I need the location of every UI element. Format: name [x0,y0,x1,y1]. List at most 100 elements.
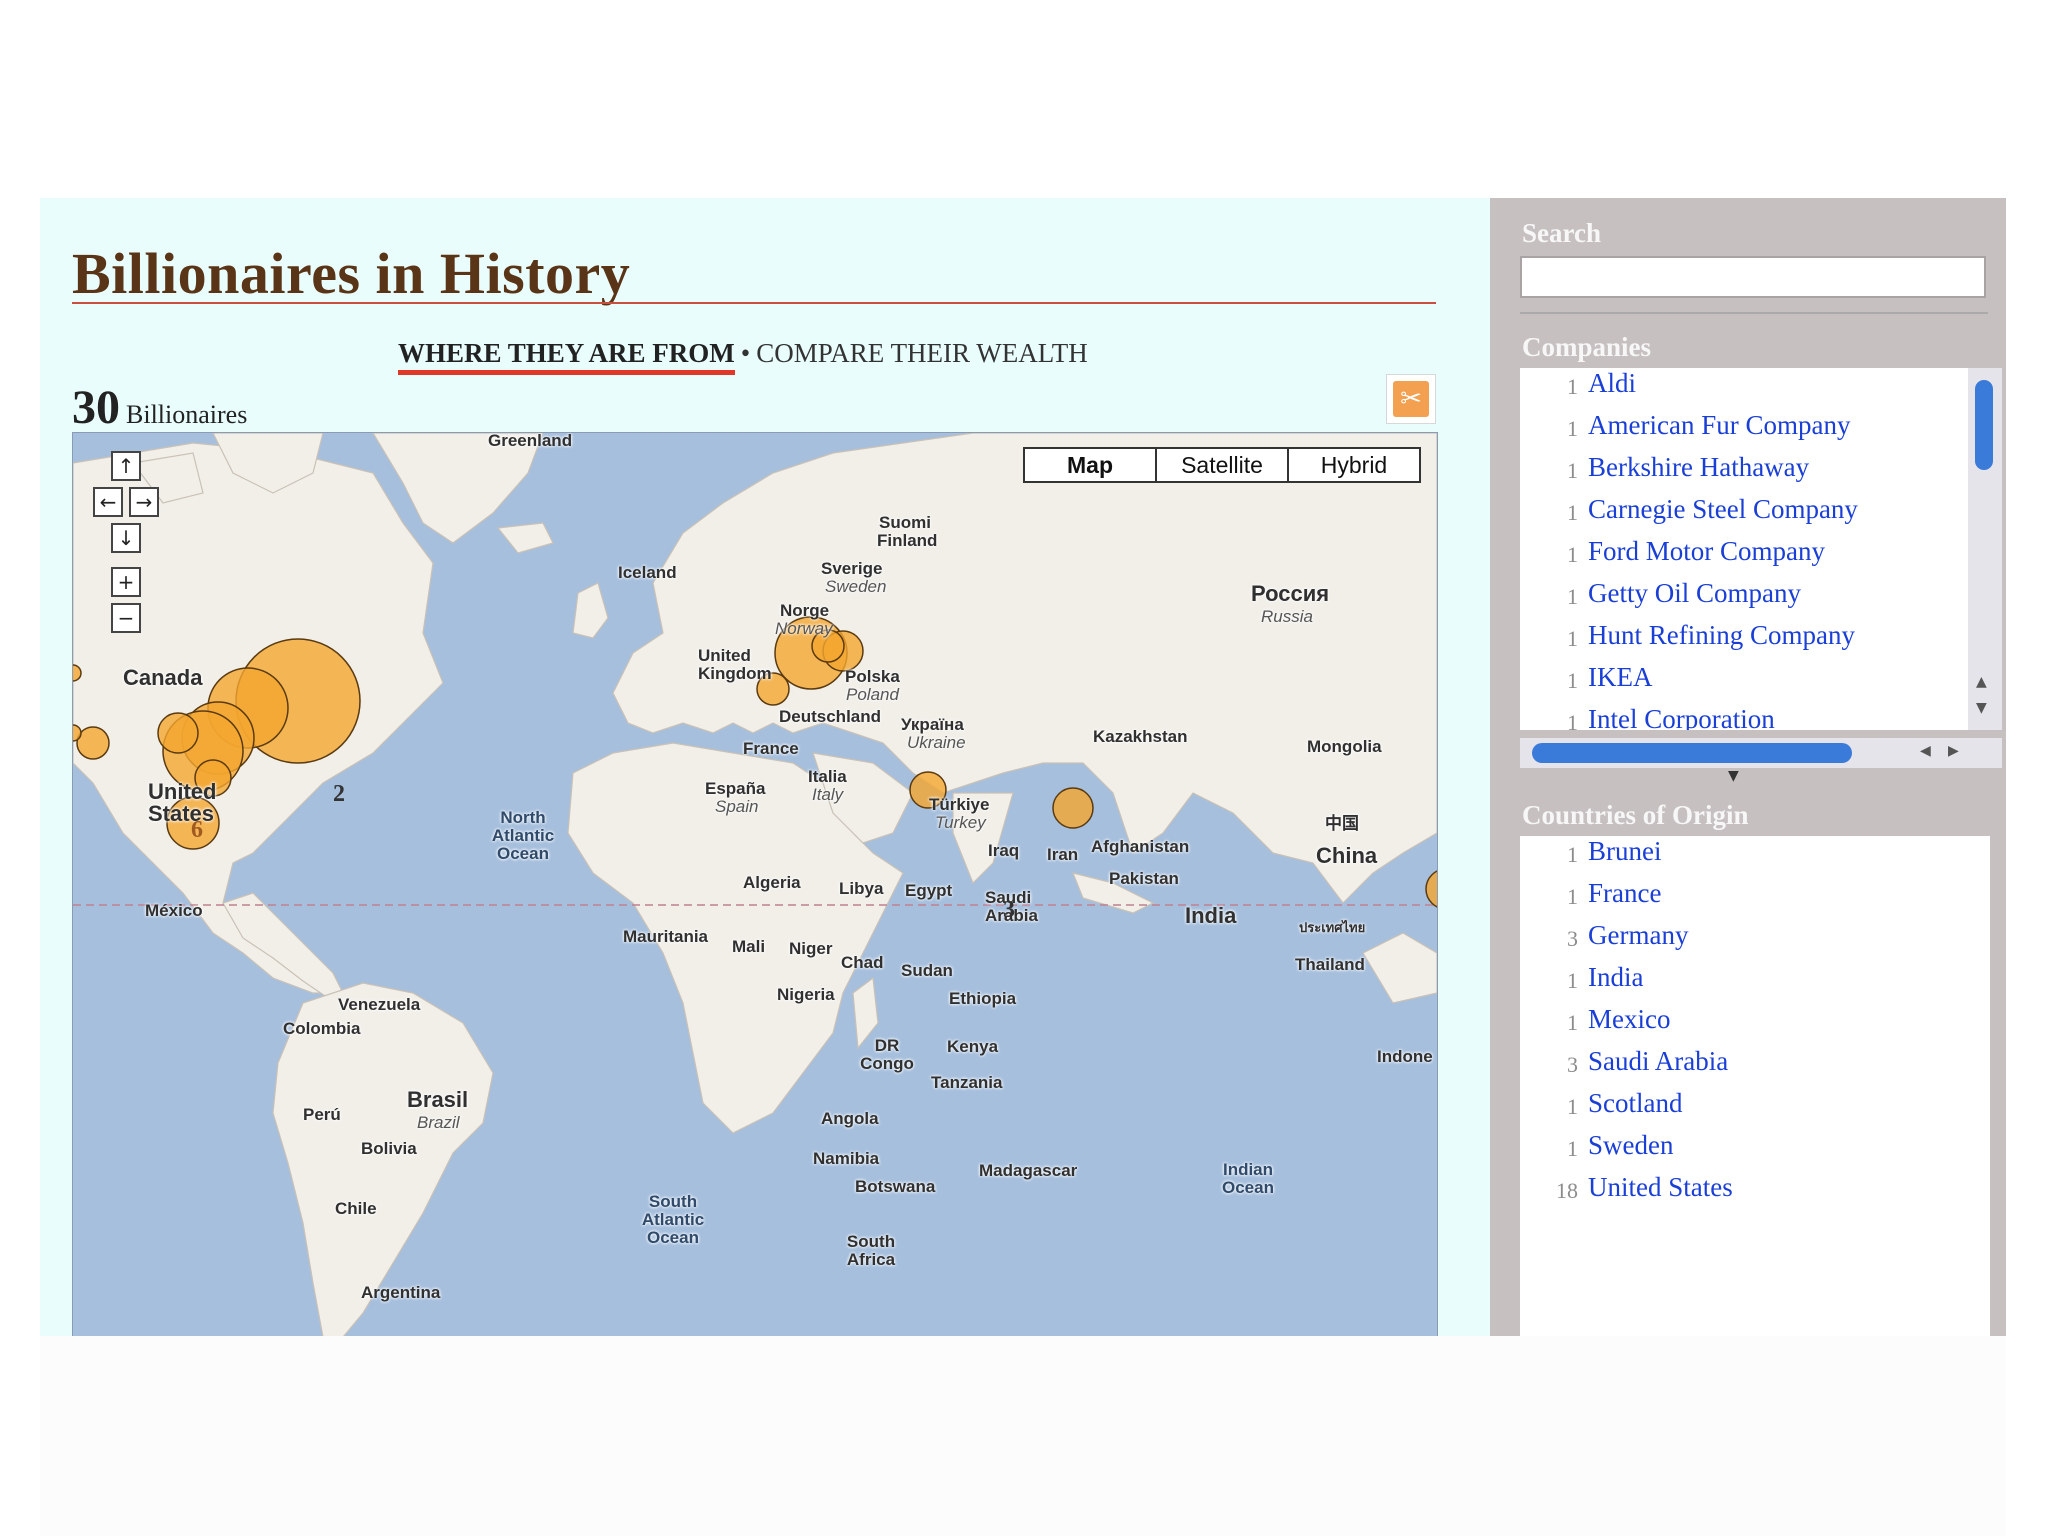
label-sverige: Sverige [821,559,883,578]
billionaire-marker[interactable] [76,726,110,760]
country-name[interactable]: Brunei [1588,836,1662,867]
company-name[interactable]: Aldi [1588,368,1636,399]
company-count: 1 [1567,584,1578,609]
country-name[interactable]: Mexico [1588,1004,1670,1035]
country-name[interactable]: India [1588,962,1643,993]
label-south-atlantic: South Atlantic Ocean [641,1192,705,1247]
company-name[interactable]: American Fur Company [1588,410,1850,441]
map-type-map[interactable]: Map [1025,449,1155,481]
country-name[interactable]: Saudi Arabia [1588,1046,1728,1077]
pan-up-icon[interactable]: ↑ [111,451,141,481]
label-polska: Polska [845,667,900,686]
label-pakistan: Pakistan [1109,869,1179,888]
label-bolivia: Bolivia [361,1139,417,1158]
scroll-up-icon[interactable]: ▲ [1976,674,1987,690]
page-footer-area [40,1336,2006,1536]
label-germany: Deutschland [779,707,882,726]
companies-label: Companies [1522,332,1652,362]
billionaire-marker[interactable] [157,712,199,754]
label-italia: Italia [808,767,847,786]
companies-vertical-scrollbar[interactable]: ▲ ▼ [1968,368,2002,730]
company-name[interactable]: Intel Corporation [1588,704,1775,730]
label-chad: Chad [841,953,884,972]
company-count: 1 [1567,374,1578,399]
country-count: 1 [1567,968,1578,993]
label-turkiye: Türkiye [929,795,990,814]
count-label: Billionaires [126,400,248,429]
label-nigeria: Nigeria [777,985,835,1004]
company-count: 1 [1567,668,1578,693]
company-count: 1 [1567,416,1578,441]
label-mauritania: Mauritania [623,927,709,946]
search-input[interactable] [1520,256,1986,298]
nav-separator: • [740,338,751,368]
label-namibia: Namibia [813,1149,880,1168]
country-name[interactable]: France [1588,878,1661,909]
label-ethiopia: Ethiopia [949,989,1017,1008]
label-brazil: Brazil [417,1113,460,1132]
label-finland: Finland [877,531,938,550]
clip-button[interactable]: ✂ [1386,374,1436,424]
count-value: 30 [72,381,120,434]
label-spain: Spain [715,797,759,816]
label-sudan: Sudan [901,961,953,980]
company-count: 1 [1567,626,1578,651]
resize-chevron-icon[interactable]: ▼ [1728,768,1739,784]
world-map[interactable]: Map Satellite Hybrid ↑ ← → ↓ + − Greenla… [72,432,1438,1337]
cluster-label-usa-south: 6 [191,817,203,843]
label-rossiya: Россия [1251,581,1330,606]
company-name[interactable]: Carnegie Steel Company [1588,494,1858,525]
label-india: India [1185,903,1237,928]
label-mongolia: Mongolia [1307,737,1382,756]
scroll-left-icon[interactable]: ◀ [1920,743,1931,759]
scroll-thumb[interactable] [1975,380,1993,470]
country-name[interactable]: Germany [1588,920,1688,951]
pan-left-icon[interactable]: ← [93,487,123,517]
company-name[interactable]: Getty Oil Company [1588,578,1801,609]
label-mexico: México [145,901,203,920]
nav-compare-their-wealth[interactable]: COMPARE THEIR WEALTH [756,338,1088,368]
countries-list[interactable]: 1 Brunei 1 France 3 Germany 1 India 1 Mexico … [1520,836,1990,1336]
search-label: Search [1522,218,1601,248]
billionaire-marker[interactable] [1052,787,1094,829]
label-kenya: Kenya [947,1037,999,1056]
zoom-out-icon[interactable]: − [111,603,141,633]
label-tanzania: Tanzania [931,1073,1003,1092]
company-name[interactable]: Hunt Refining Company [1588,620,1855,651]
label-indian-ocean: Indian Ocean [1222,1160,1274,1197]
company-name[interactable]: Ford Motor Company [1588,536,1825,567]
map-type-satellite[interactable]: Satellite [1155,449,1287,481]
search-divider [1520,312,1988,314]
company-name[interactable]: IKEA [1588,662,1652,693]
companies-horizontal-scrollbar[interactable]: ◀ ▶ [1520,738,2002,768]
hscroll-thumb[interactable] [1532,743,1852,763]
label-angola: Angola [821,1109,879,1128]
app-window: Billionaires in History WHERE THEY ARE F… [40,198,2006,1337]
label-madagascar: Madagascar [979,1161,1078,1180]
label-egypt: Egypt [905,881,953,900]
pan-right-icon[interactable]: → [129,487,159,517]
companies-list[interactable]: 1 Aldi 1 American Fur Company 1 Berkshire H… [1520,368,1968,730]
label-uk: United Kingdom [698,646,772,683]
label-canada: Canada [123,665,203,690]
label-turkey: Turkey [935,813,986,832]
country-name[interactable]: Scotland [1588,1088,1683,1119]
country-count: 1 [1567,842,1578,867]
nav-where-they-are-from[interactable]: WHERE THEY ARE FROM [398,338,735,375]
label-thailand: Thailand [1295,955,1365,974]
country-name[interactable]: Sweden [1588,1130,1673,1161]
label-south-africa: South Africa [846,1232,896,1269]
scroll-right-icon[interactable]: ▶ [1948,743,1959,759]
label-colombia: Colombia [283,1019,361,1038]
page-title: Billionaires in History [72,241,631,306]
scroll-down-icon[interactable]: ▼ [1976,700,1987,716]
map-type-switcher: Map Satellite Hybrid [1023,447,1421,483]
zoom-in-icon[interactable]: + [111,567,141,597]
label-iceland: Iceland [618,563,677,582]
label-afghanistan: Afghanistan [1091,837,1190,856]
label-kazakhstan: Kazakhstan [1093,727,1188,746]
pan-down-icon[interactable]: ↓ [111,523,141,553]
map-type-hybrid[interactable]: Hybrid [1287,449,1419,481]
country-name[interactable]: United States [1588,1172,1733,1203]
company-name[interactable]: Berkshire Hathaway [1588,452,1809,483]
